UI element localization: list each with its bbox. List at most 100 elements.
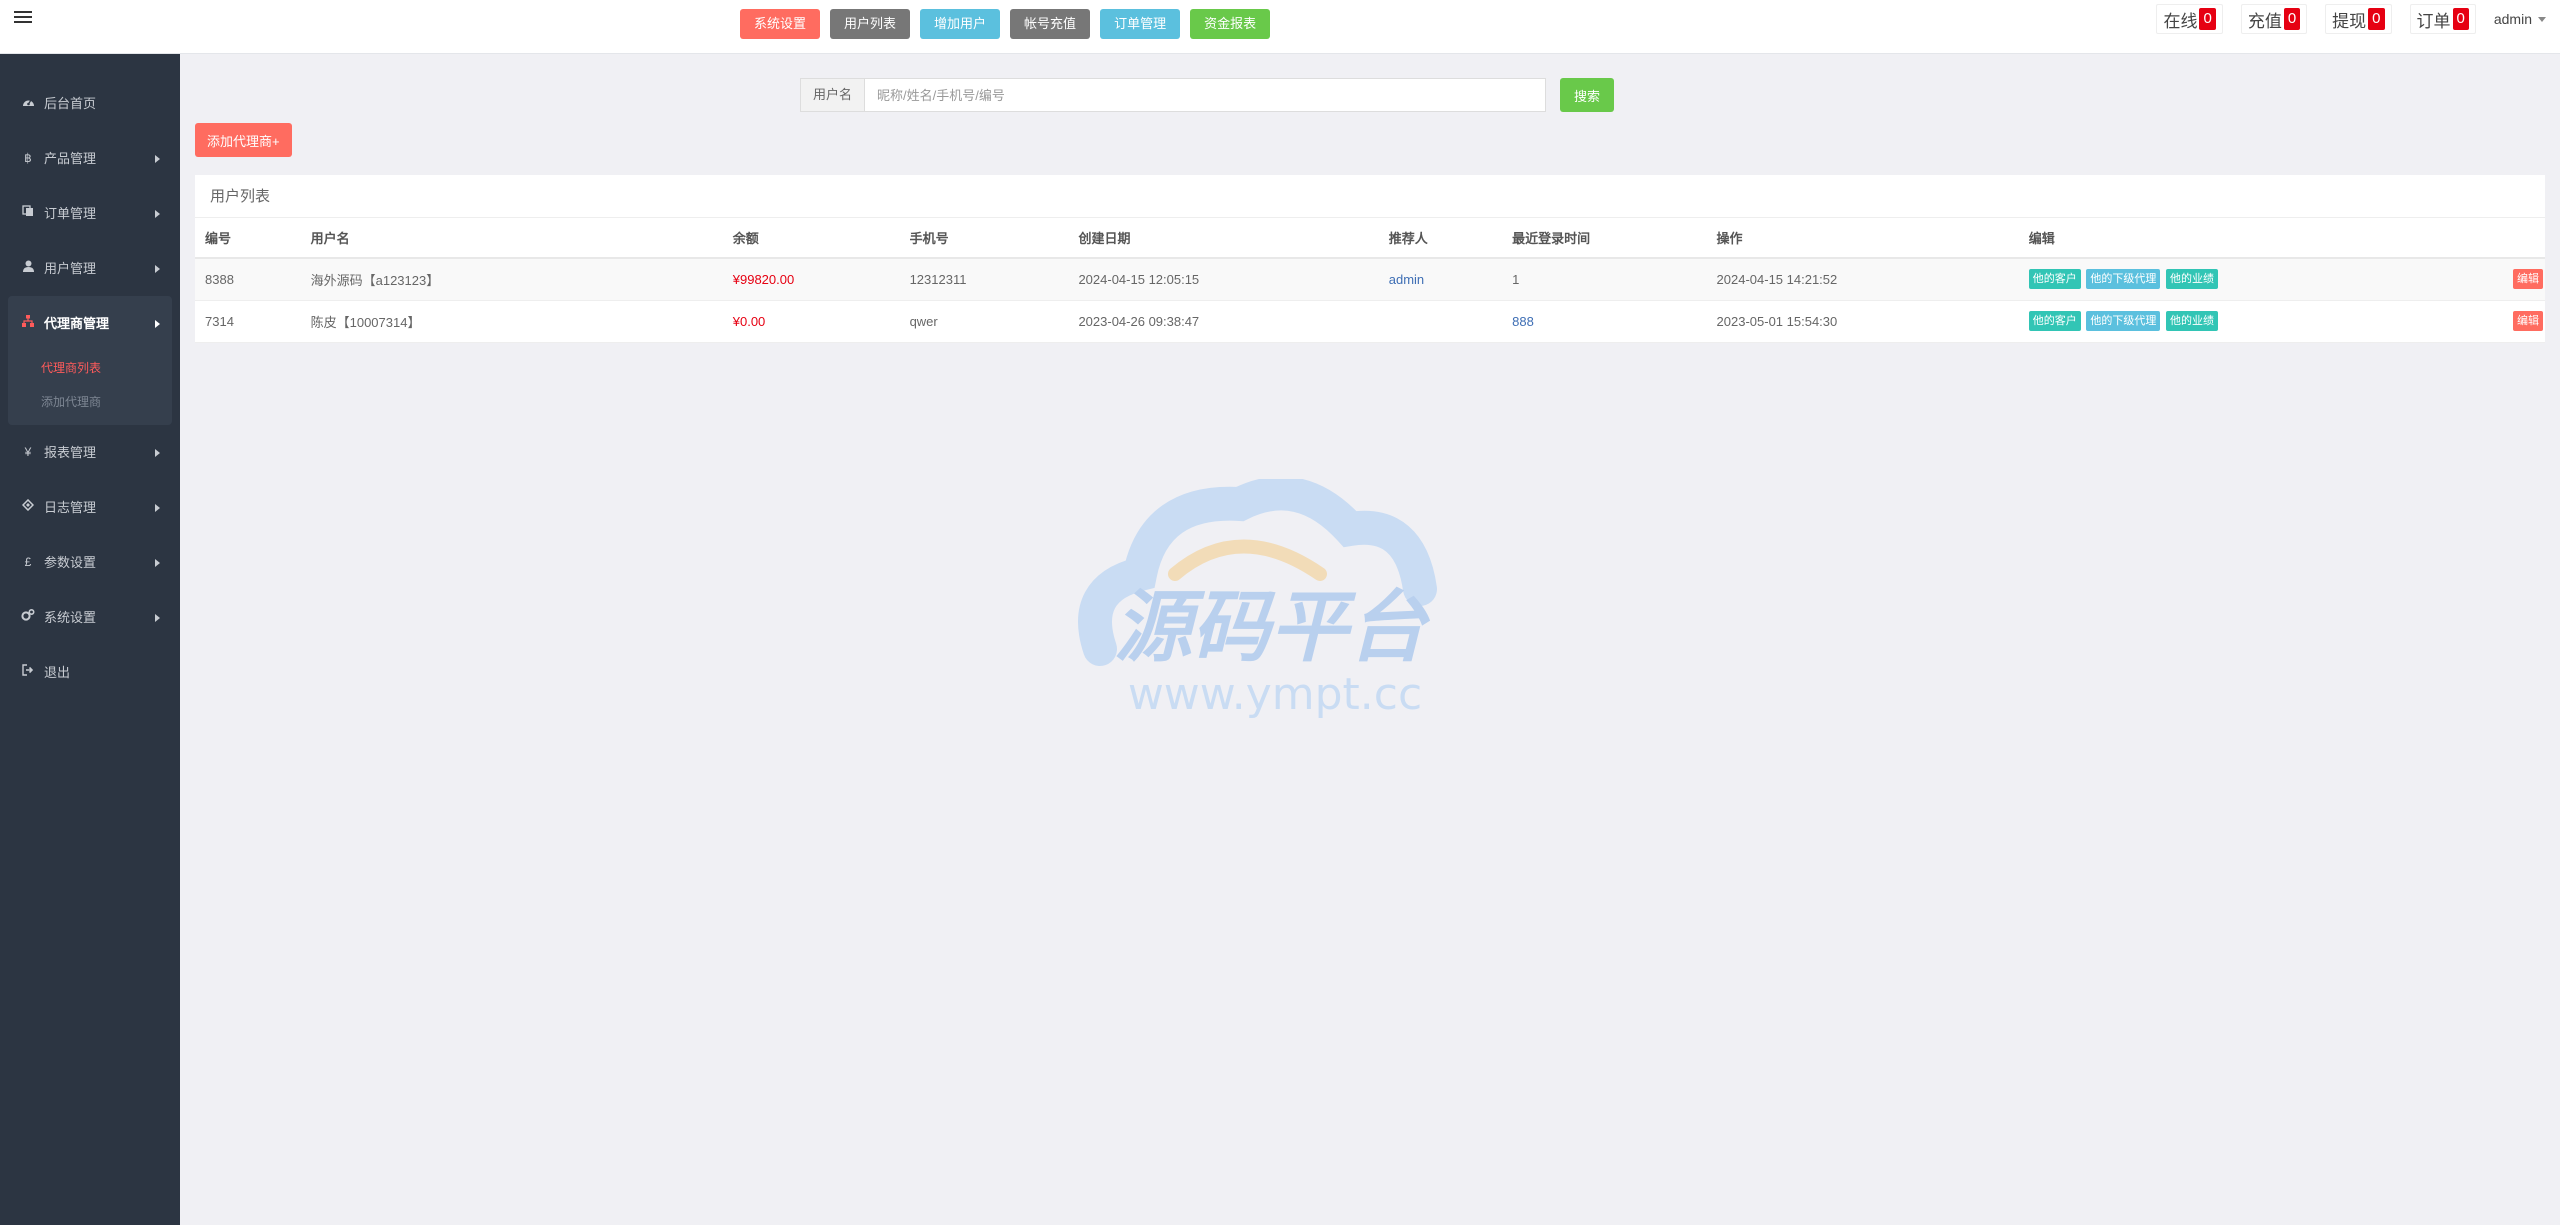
edit-button[interactable]: 编辑 xyxy=(2513,269,2543,290)
gbp-icon: £ xyxy=(24,555,32,569)
search-button[interactable]: 搜索 xyxy=(1560,78,1615,112)
sidebar-item-reports[interactable]: ¥ 报表管理 xyxy=(0,425,180,480)
cell-id: 7314 xyxy=(195,300,301,343)
user-menu[interactable]: admin xyxy=(2494,11,2546,27)
account-recharge-button[interactable]: 帐号充值 xyxy=(1010,9,1091,39)
sitemap-icon xyxy=(20,296,36,351)
watermark-title: 源码平台 xyxy=(1114,583,1431,673)
bitcoin-icon: ฿ xyxy=(24,151,32,165)
withdraw-stat[interactable]: 提现 0 xyxy=(2325,4,2392,34)
his-performance-button[interactable]: 他的业绩 xyxy=(2166,311,2219,331)
sign-out-icon xyxy=(20,645,36,700)
cell-actions: 他的客户 他的下级代理 他的业绩 xyxy=(2018,258,2503,301)
search-input[interactable] xyxy=(864,78,1547,112)
agents-submenu: 代理商列表 添加代理商 xyxy=(8,351,172,425)
table-row: 7314 陈皮【10007314】 ¥0.00 qwer 2023-04-26 … xyxy=(195,300,2545,343)
column-header: 手机号 xyxy=(899,218,1069,259)
sidebar-item-system[interactable]: 系统设置 xyxy=(0,590,180,645)
search-label: 用户名 xyxy=(800,78,865,112)
sidebar-item-label: 产品管理 xyxy=(44,151,97,166)
ticket-icon xyxy=(20,480,36,535)
withdraw-count-badge: 0 xyxy=(2368,8,2385,30)
online-count-badge: 0 xyxy=(2199,8,2216,30)
column-header: 编辑 xyxy=(2018,218,2503,259)
online-stat[interactable]: 在线 0 xyxy=(2156,4,2223,34)
sidebar-item-agents[interactable]: 代理商管理 xyxy=(8,296,172,351)
sidebar-item-label: 代理商管理 xyxy=(44,316,110,331)
user-list-button[interactable]: 用户列表 xyxy=(830,9,911,39)
cell-created: 2024-04-15 12:05:15 xyxy=(1068,258,1379,301)
sidebar-item-parameters[interactable]: £ 参数设置 xyxy=(0,535,180,590)
cell-last-login: 1 xyxy=(1502,258,1707,301)
his-customers-button[interactable]: 他的客户 xyxy=(2028,311,2081,331)
sidebar-item-products[interactable]: ฿ 产品管理 xyxy=(0,131,180,186)
sidebar-item-logout[interactable]: 退出 xyxy=(0,645,180,700)
search-bar: 用户名 搜索 xyxy=(800,78,1615,112)
panel-title: 用户列表 xyxy=(195,175,2545,218)
cell-username: 陈皮【10007314】 xyxy=(300,300,723,343)
order-label: 订单 xyxy=(2416,11,2451,31)
submenu-add-agent[interactable]: 添加代理商 xyxy=(8,385,172,419)
sidebar-item-label: 用户管理 xyxy=(44,261,97,276)
sidebar-group-agents: 代理商管理 代理商列表 添加代理商 xyxy=(8,296,172,425)
cell-id: 8388 xyxy=(195,258,301,301)
submenu-agent-list[interactable]: 代理商列表 xyxy=(8,351,172,385)
cell-referrer-link[interactable]: admin xyxy=(1378,258,1503,301)
user-name: admin xyxy=(2493,11,2532,27)
main-content: 用户名 搜索 添加代理商+ 用户列表 编号 用户名 余额 手机号 创建日期 推荐… xyxy=(180,54,2560,1225)
cell-actions: 他的客户 他的下级代理 他的业绩 xyxy=(2018,300,2503,343)
order-management-button[interactable]: 订单管理 xyxy=(1100,9,1181,39)
cell-username: 海外源码【a123123】 xyxy=(300,258,723,301)
column-header: 用户名 xyxy=(300,218,723,259)
his-customers-button[interactable]: 他的客户 xyxy=(2028,269,2081,290)
sidebar-item-users[interactable]: 用户管理 xyxy=(0,241,180,296)
add-agent-button[interactable]: 添加代理商+ xyxy=(195,123,292,157)
cell-edit: 编辑 xyxy=(2503,300,2545,343)
sidebar-item-dashboard[interactable]: 后台首页 xyxy=(0,76,180,131)
user-list-panel: 用户列表 编号 用户名 余额 手机号 创建日期 推荐人 最近登录时间 操作 编辑 xyxy=(195,175,2545,343)
chevron-right-icon xyxy=(155,559,160,567)
user-table: 编号 用户名 余额 手机号 创建日期 推荐人 最近登录时间 操作 编辑 8388… xyxy=(195,218,2545,343)
column-header: 推荐人 xyxy=(1378,218,1503,259)
sidebar-item-orders[interactable]: 订单管理 xyxy=(0,186,180,241)
system-settings-button[interactable]: 系统设置 xyxy=(740,9,821,39)
column-header: 编号 xyxy=(195,218,301,259)
column-header: 余额 xyxy=(722,218,900,259)
his-sub-agents-button[interactable]: 他的下级代理 xyxy=(2086,311,2161,331)
quick-nav: 系统设置 用户列表 增加用户 帐号充值 订单管理 资金报表 xyxy=(740,9,1271,39)
sidebar-item-label: 退出 xyxy=(44,665,71,680)
cell-referrer-link[interactable] xyxy=(1378,300,1503,343)
column-header-empty xyxy=(2503,218,2545,259)
cell-phone: qwer xyxy=(899,300,1069,343)
cell-balance: ¥0.00 xyxy=(722,300,900,343)
recharge-stat[interactable]: 充值 0 xyxy=(2240,4,2308,34)
sidebar-item-label: 后台首页 xyxy=(44,96,97,111)
cell-phone: 12312311 xyxy=(899,258,1069,301)
edit-button[interactable]: 编辑 xyxy=(2513,311,2543,331)
watermark-logo: 源码平台 www.ympt.cc xyxy=(1078,479,1437,720)
add-user-button[interactable]: 增加用户 xyxy=(920,9,1001,39)
funds-report-button[interactable]: 资金报表 xyxy=(1190,9,1271,39)
withdraw-label: 提现 xyxy=(2332,11,2367,31)
column-header: 最近登录时间 xyxy=(1502,218,1707,259)
dashboard-icon xyxy=(20,76,36,131)
column-header: 创建日期 xyxy=(1068,218,1379,259)
cell-balance: ¥99820.00 xyxy=(722,258,900,301)
chevron-right-icon xyxy=(155,210,160,218)
cell-last-login: 888 xyxy=(1502,300,1707,343)
chevron-right-icon xyxy=(155,265,160,273)
chevron-right-icon xyxy=(155,320,160,328)
sidebar-item-label: 报表管理 xyxy=(44,445,97,460)
sidebar-menu: 后台首页 ฿ 产品管理 订单管理 用户管理 代理商管理 代理商列表 添加代理商 … xyxy=(0,54,180,700)
top-right-area: 在线 0 充值 0 提现 0 订单 0 admin xyxy=(2156,4,2546,34)
order-count-badge: 0 xyxy=(2452,8,2469,30)
his-sub-agents-button[interactable]: 他的下级代理 xyxy=(2086,269,2161,290)
sidebar-item-label: 参数设置 xyxy=(44,555,97,570)
menu-toggle-icon[interactable] xyxy=(14,8,34,28)
his-performance-button[interactable]: 他的业绩 xyxy=(2166,269,2219,290)
cell-operation: 2023-05-01 15:54:30 xyxy=(1706,300,2019,343)
order-stat[interactable]: 订单 0 xyxy=(2409,4,2476,34)
sidebar-item-logs[interactable]: 日志管理 xyxy=(0,480,180,535)
table-header-row: 编号 用户名 余额 手机号 创建日期 推荐人 最近登录时间 操作 编辑 xyxy=(195,218,2545,259)
top-navbar: 系统设置 用户列表 增加用户 帐号充值 订单管理 资金报表 在线 0 充值 0 … xyxy=(0,0,2560,54)
